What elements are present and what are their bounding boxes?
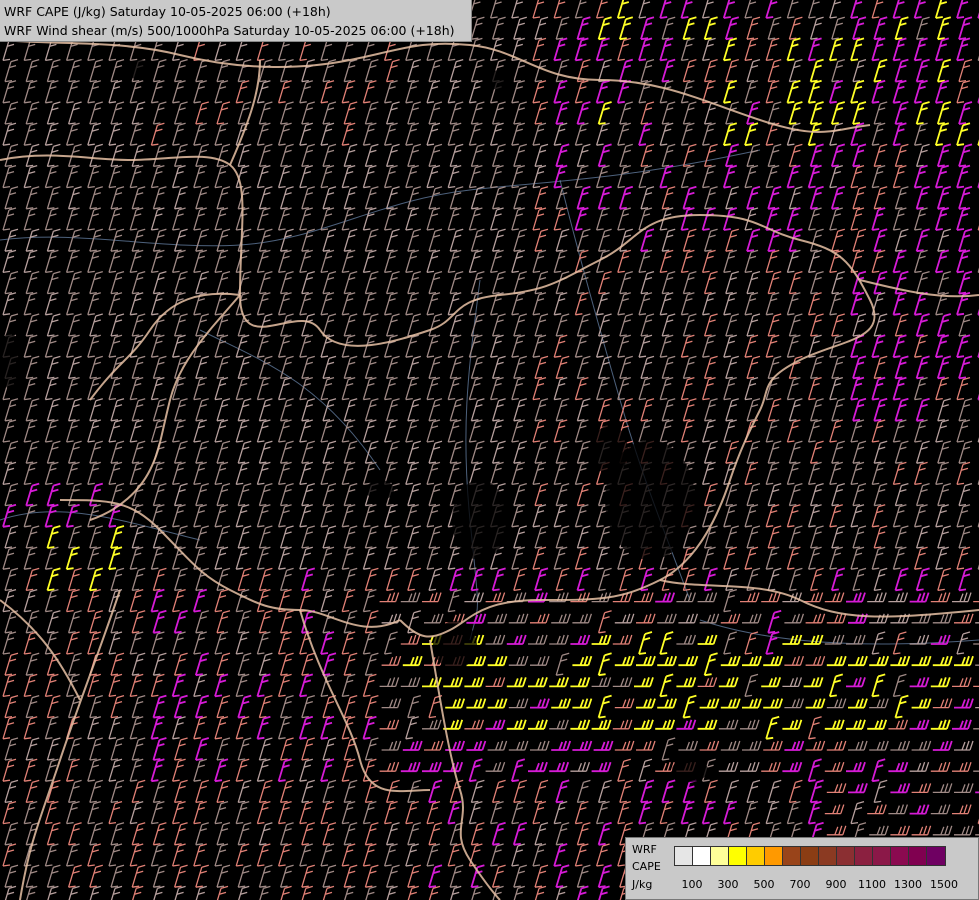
legend-swatch (854, 846, 874, 866)
legend-swatch (818, 846, 838, 866)
legend-tick-label: 500 (753, 878, 775, 891)
low-cape-area (592, 425, 628, 475)
legend-swatch (692, 846, 712, 866)
legend-swatch (836, 846, 856, 866)
legend-model-label: WRF (632, 843, 657, 856)
map-background (0, 0, 979, 900)
legend-swatch (890, 846, 910, 866)
legend-swatch (782, 846, 802, 866)
legend-tick-label: 300 (717, 878, 739, 891)
low-cape-area (366, 480, 394, 500)
low-cape-area (486, 70, 514, 90)
wind-shear-title: WRF Wind shear (m/s) 500/1000hPa Saturda… (4, 23, 455, 38)
legend-swatch (800, 846, 820, 866)
low-cape-area (2, 330, 18, 390)
legend-swatch (710, 846, 730, 866)
low-cape-area (452, 480, 508, 560)
legend-unit-label: J/kg (632, 878, 653, 891)
map-canvas[interactable] (0, 0, 979, 900)
legend-swatch (674, 846, 694, 866)
cape-title: WRF CAPE (J/kg) Saturday 10-05-2025 06:0… (4, 4, 331, 19)
legend-tick-label: 1500 (930, 878, 958, 891)
legend-swatch (746, 846, 766, 866)
legend-tick-label: 900 (825, 878, 847, 891)
legend-tick-label: 1300 (894, 878, 922, 891)
legend-tick-label: 700 (789, 878, 811, 891)
legend-field-label: CAPE (632, 860, 661, 873)
legend-tick-label: 100 (681, 878, 703, 891)
legend-swatch (728, 846, 748, 866)
low-cape-area (128, 60, 152, 80)
map-title-box: WRF CAPE (J/kg) Saturday 10-05-2025 06:0… (0, 0, 472, 42)
legend-swatch (926, 846, 946, 866)
cape-legend: WRF CAPE J/kg 100 300 500 700 900 1100 1300 150… (625, 837, 979, 900)
legend-tick-label: 1100 (858, 878, 886, 891)
legend-swatch (764, 846, 784, 866)
legend-swatch (872, 846, 892, 866)
low-cape-area (672, 758, 708, 782)
legend-swatch (908, 846, 928, 866)
